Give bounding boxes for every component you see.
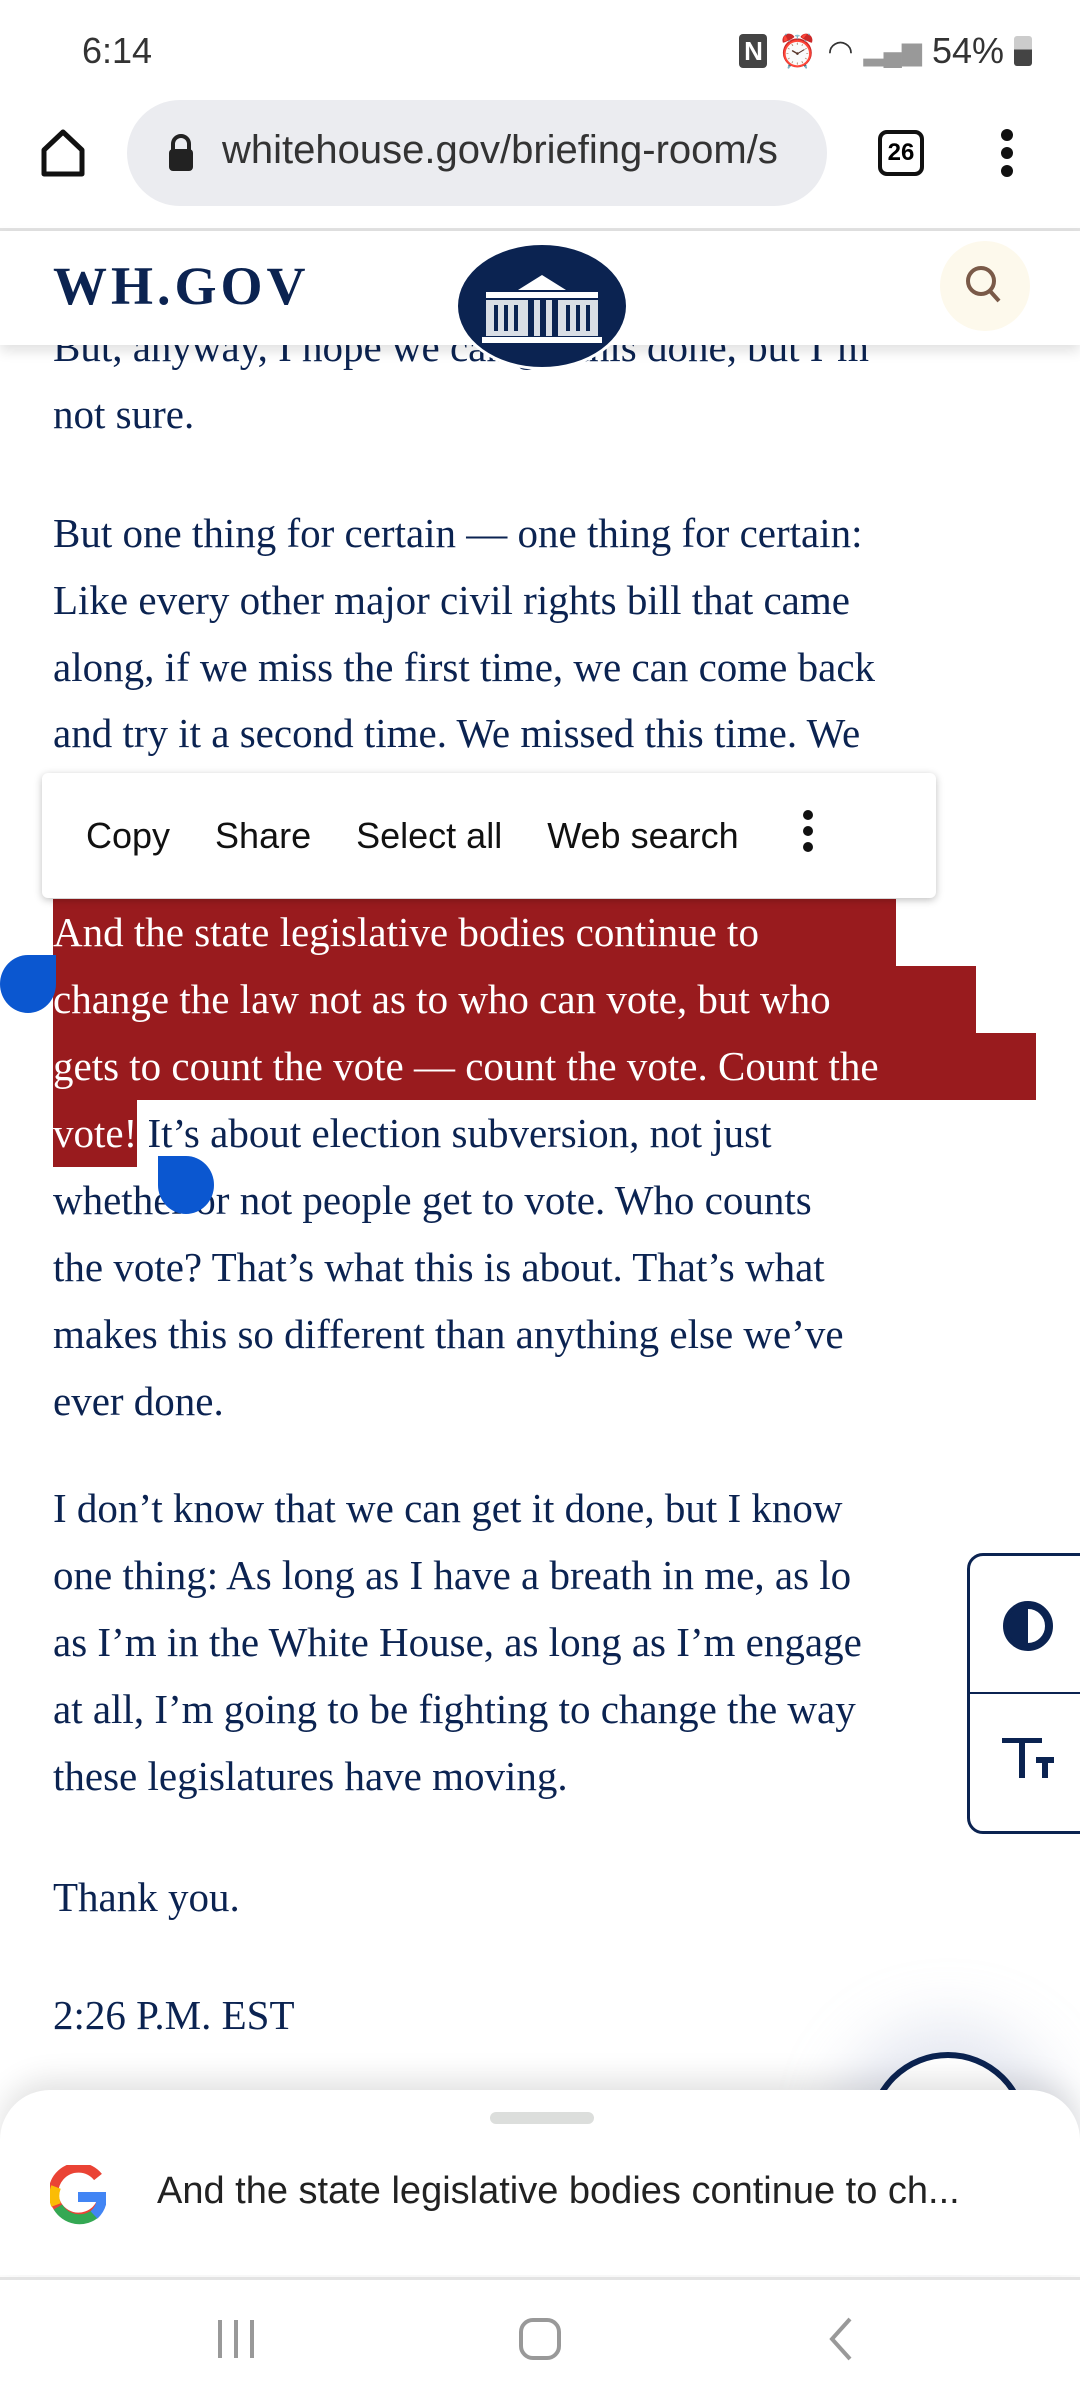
web-search-button[interactable]: Web search	[547, 815, 738, 857]
back-icon[interactable]	[826, 2316, 856, 2362]
system-nav-bar	[0, 2277, 1080, 2400]
text-line: I don’t know that we can get it done, bu…	[53, 1485, 843, 1531]
copy-button[interactable]: Copy	[86, 815, 170, 857]
white-house-seal[interactable]	[455, 242, 629, 370]
more-vert-icon	[802, 810, 813, 852]
text-line: at all, I’m going to be fighting to chan…	[53, 1686, 856, 1732]
selection-start-handle[interactable]	[0, 955, 56, 1013]
site-header: WH.GOV	[0, 231, 1080, 370]
google-g-icon	[50, 2165, 106, 2225]
site-logo[interactable]: WH.GOV	[53, 255, 310, 317]
text-line: the vote? That’s what this is about. Tha…	[53, 1244, 825, 1290]
search-icon	[966, 266, 1001, 303]
home-button[interactable]	[40, 128, 86, 178]
text-line: one thing: As long as I have a breath in…	[53, 1552, 852, 1598]
signal-icon: ▂▄▆	[863, 35, 922, 66]
home-nav-icon[interactable]	[517, 2316, 563, 2362]
select-all-button[interactable]: Select all	[356, 815, 502, 857]
share-button[interactable]: Share	[215, 815, 311, 857]
lock-icon	[169, 134, 193, 171]
text-line: Thank you.	[53, 1874, 240, 1920]
alarm-icon: ⏰	[777, 33, 818, 69]
text-line: makes this so different than anything el…	[53, 1311, 844, 1357]
text-line: But one thing for certain — one thing fo…	[53, 510, 863, 556]
contrast-icon	[1003, 1601, 1053, 1651]
status-time: 6:14	[82, 30, 153, 71]
recent-apps-icon[interactable]	[216, 2318, 256, 2360]
text-selection-menu: Copy Share Select all Web search	[42, 773, 936, 898]
text-line: and try it a second time. We missed this…	[53, 710, 861, 756]
text-line: these legislatures have moving.	[53, 1753, 568, 1799]
selected-text-line[interactable]: And the state legislative bodies continu…	[53, 899, 896, 966]
more-vert-icon	[1001, 129, 1013, 177]
status-bar: 6:14 N ⏰ ◠ ▂▄▆ 54%	[0, 0, 1080, 95]
drag-handle[interactable]	[490, 2112, 594, 2124]
url-text[interactable]: whitehouse.gov/briefing-room/s	[222, 128, 812, 173]
battery-icon	[1014, 36, 1032, 66]
home-icon	[41, 129, 85, 177]
text-line: 2:26 P.M. EST	[53, 1992, 295, 2038]
text-after-selection: It’s about election subversion, not just	[137, 1110, 772, 1156]
google-search-sheet[interactable]: And the state legislative bodies continu…	[0, 2090, 1080, 2275]
tab-switcher-button[interactable]: 26	[878, 130, 924, 176]
selected-text-line[interactable]: gets to count the vote — count the vote.…	[53, 1033, 1036, 1100]
tab-count: 26	[887, 139, 915, 166]
search-query-text[interactable]: And the state legislative bodies continu…	[157, 2170, 960, 2213]
battery-percent: 54%	[931, 30, 1004, 71]
site-search-button[interactable]	[940, 241, 1030, 331]
selected-text-line[interactable]: change the law not as to who can vote, b…	[53, 966, 976, 1033]
more-options-button[interactable]	[801, 809, 815, 862]
text-line: ever done.	[53, 1378, 224, 1424]
address-bar[interactable]: whitehouse.gov/briefing-room/s	[127, 100, 827, 206]
wifi-icon: ◠	[827, 34, 854, 68]
selection-end-handle[interactable]	[158, 1156, 214, 1214]
contrast-button[interactable]	[970, 1556, 1080, 1694]
white-house-icon	[482, 275, 602, 343]
more-menu-button[interactable]	[995, 128, 1019, 178]
text-line: not sure.	[53, 391, 195, 437]
nfc-icon: N	[739, 34, 768, 68]
accessibility-panel	[967, 1553, 1080, 1834]
text-size-icon	[1002, 1738, 1054, 1778]
text-line: along, if we miss the first time, we can…	[53, 644, 876, 690]
text-size-button[interactable]	[970, 1694, 1080, 1834]
status-icons: N ⏰ ◠ ▂▄▆ 54%	[739, 30, 1032, 72]
text-line: as I’m in the White House, as long as I’…	[53, 1619, 862, 1665]
text-line: Like every other major civil rights bill…	[53, 577, 850, 623]
selected-text[interactable]: vote!	[53, 1100, 138, 1167]
